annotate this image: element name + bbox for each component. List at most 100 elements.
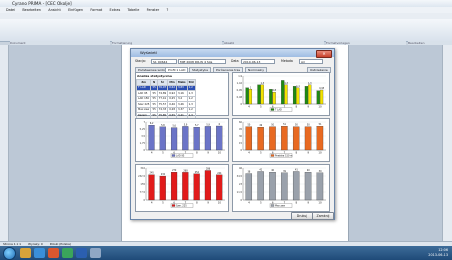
bar xyxy=(216,174,223,201)
station-label: Stacja: xyxy=(135,59,146,63)
x-tick-label: 8 xyxy=(196,151,198,155)
chart-top-right: 00,480,951,421,94151,360,871,381,191,310… xyxy=(237,75,326,112)
bar xyxy=(245,173,253,201)
data-label: 51 xyxy=(283,123,286,126)
y-tick-label: 11,5 xyxy=(237,191,243,194)
x-tick-label: 4 xyxy=(151,201,153,205)
data-label: 286 xyxy=(206,167,211,170)
bar xyxy=(284,84,288,105)
bar xyxy=(148,125,155,151)
bar xyxy=(148,174,155,201)
bar xyxy=(159,126,166,151)
data-label: 40 xyxy=(307,169,310,172)
y-tick-label: 0,48 xyxy=(237,96,243,99)
dialog-title: Wyświetl xyxy=(140,50,157,55)
bar xyxy=(170,172,178,201)
y-tick-label: 7 xyxy=(143,121,145,124)
stats-table: Zm N Śr Min Maks Std T LAD 55 76,07 0,62… xyxy=(135,79,196,119)
x-tick-label: 5 xyxy=(162,151,164,155)
legend-label: LAD 95 xyxy=(176,154,185,157)
vertical-ruler xyxy=(0,45,9,241)
y-tick-label: 34,5 xyxy=(237,175,243,178)
bar xyxy=(204,170,211,201)
print-button[interactable]: Drukuj xyxy=(291,212,313,220)
x-tick-label: 10 xyxy=(318,151,322,155)
x-tick-label: 9 xyxy=(307,105,309,109)
data-label: 40 xyxy=(271,169,274,172)
bar xyxy=(272,92,276,105)
data-label: 1,3 xyxy=(308,82,312,85)
x-tick-label: 9 xyxy=(207,201,209,205)
clock: 12:06 2013-06-13 xyxy=(428,248,448,258)
legend-swatch xyxy=(171,154,176,157)
data-label: 270 xyxy=(172,169,177,172)
data-label: 1,3 xyxy=(261,82,265,85)
data-label: 49 xyxy=(259,124,262,127)
chart-mid-left: 01,753,55,25746,255,865,675,985,795,9106… xyxy=(140,121,225,158)
chart-bottom-left: 077,5155232,5310424552326270726882549286… xyxy=(138,167,225,208)
dialog-title-bar[interactable]: Wyświetl xyxy=(131,49,334,57)
data-label: 1,3 xyxy=(284,82,288,85)
chart-bottom-right: 011,52334,5464385416407398419401039Max z… xyxy=(237,167,326,208)
data-label: 254 xyxy=(195,171,200,174)
x-tick-label: 10 xyxy=(218,151,222,155)
chart-panel-mid-left: 0 1,75 3,5 5,25 7 4 6,2 5 5,8 6 5,6 7 5,9 8 5,7 9 5,9 10 6… xyxy=(135,118,229,162)
x-tick-label: 8 xyxy=(296,105,298,109)
close-icon[interactable]: ✕ xyxy=(316,50,332,58)
close-button[interactable]: Zamknij xyxy=(312,212,334,220)
data-label: 268 xyxy=(183,169,188,172)
chart-mid-right: 0153045604505496507518509501051Powłoka 1… xyxy=(239,121,326,158)
date-field[interactable]: 2010-06-13 xyxy=(241,59,275,64)
bar xyxy=(159,175,166,201)
data-label: 0,8 xyxy=(273,89,277,92)
bar xyxy=(260,84,264,105)
chart-panel-top-right: 0 0,48 0,95 1,42 1,9 4 1 5 1,3 6 0,8 7 1,3 8 1,1 9 1,3 10… xyxy=(232,72,330,116)
y-tick-label: 0 xyxy=(240,199,242,202)
bar xyxy=(269,172,276,201)
data-label: 39 xyxy=(283,170,286,173)
station-name-field[interactable]: MIE 2008 DR-W 4 Sila xyxy=(178,59,226,64)
bar xyxy=(182,172,189,201)
y-tick-label: 1,9 xyxy=(238,75,242,78)
bar xyxy=(257,171,264,201)
data-label: 6 xyxy=(219,123,221,126)
app-icon[interactable] xyxy=(62,248,73,258)
bar xyxy=(316,90,320,105)
explorer-icon[interactable] xyxy=(20,248,31,258)
data-label: 244 xyxy=(217,172,222,175)
y-tick-label: 232,5 xyxy=(138,175,145,178)
y-tick-label: 0 xyxy=(240,103,242,106)
ribbon xyxy=(0,19,452,42)
y-tick-label: 0,95 xyxy=(237,89,243,92)
station-field[interactable]: S1 00644 xyxy=(151,59,177,64)
data-label: 5,9 xyxy=(206,123,210,126)
data-label: 5,8 xyxy=(161,124,165,127)
data-label: 5,9 xyxy=(184,123,188,126)
x-tick-label: 4 xyxy=(248,105,250,109)
data-label: 0,95 xyxy=(319,87,324,90)
word-icon[interactable] xyxy=(76,248,87,258)
x-tick-label: 8 xyxy=(196,201,198,205)
data-label: 51 xyxy=(319,123,322,126)
data-label: 1 xyxy=(250,86,252,89)
data-label: 5,6 xyxy=(172,125,176,128)
data-label: 50 xyxy=(271,124,274,127)
data-label: 41 xyxy=(259,168,262,171)
x-tick-label: 8 xyxy=(296,201,298,205)
y-tick-label: 0 xyxy=(240,149,242,152)
legend-swatch xyxy=(270,108,275,111)
x-tick-label: 9 xyxy=(307,151,309,155)
browser-icon[interactable] xyxy=(34,248,45,258)
window-icon[interactable] xyxy=(90,248,101,258)
window-title: Cyrano PRIMA - [CEC Okolje] xyxy=(12,1,72,6)
start-button-icon[interactable] xyxy=(3,247,16,260)
date-label: Data xyxy=(231,59,239,63)
bar xyxy=(170,127,178,151)
media-icon[interactable] xyxy=(48,248,59,258)
vertical-scrollbar[interactable] xyxy=(442,45,452,241)
y-tick-label: 46 xyxy=(239,167,243,170)
x-tick-label: 10 xyxy=(318,105,322,109)
method-field[interactable]: Ari xyxy=(299,59,323,64)
chart-panel-bottom-left: 0 77,5 155 232,5 310 4 245 5 232 6 270 7 268 8 254 9 286… xyxy=(135,164,229,212)
bar xyxy=(304,126,312,151)
